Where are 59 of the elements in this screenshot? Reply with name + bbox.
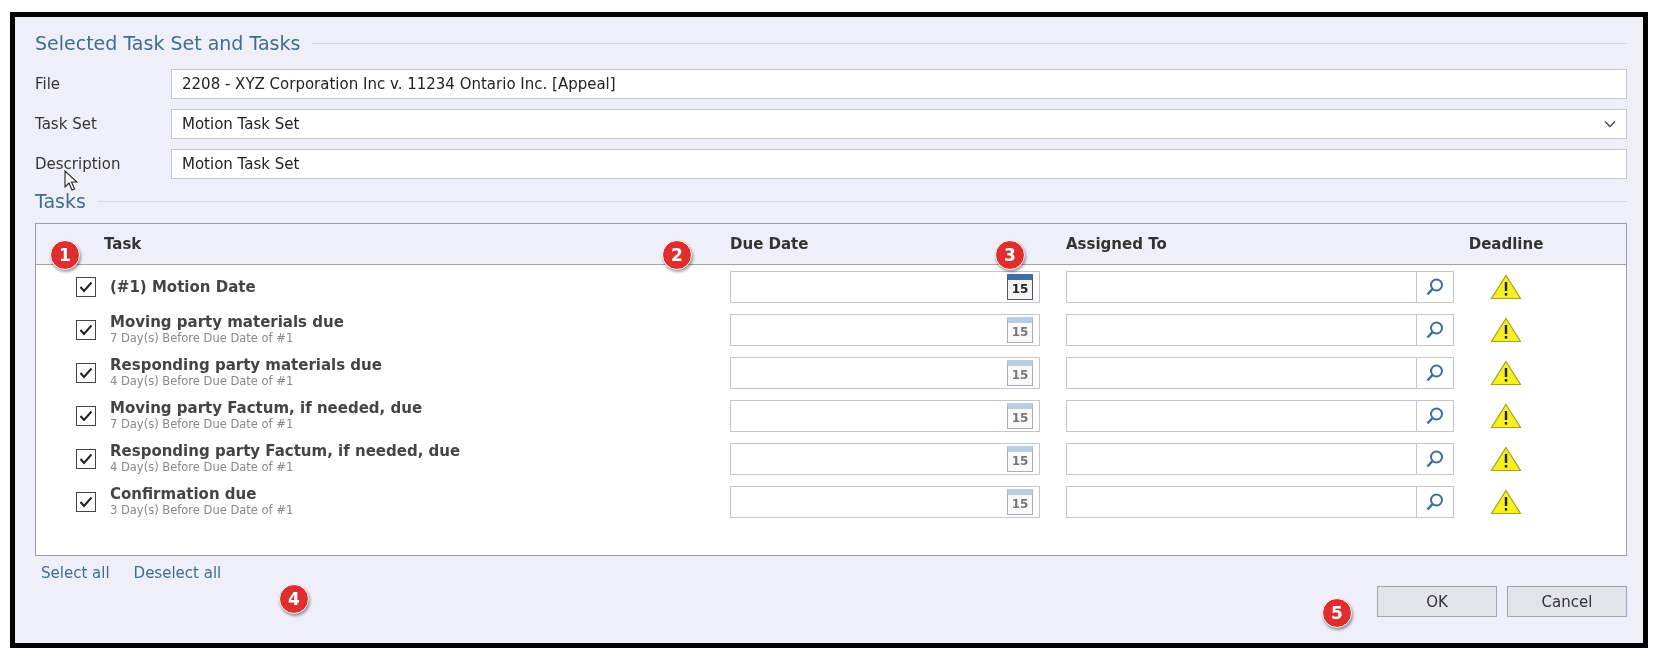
task-note: 7 Day(s) Before Due Date of #1 (110, 417, 295, 432)
text-field[interactable]: 2208 - XYZ Corporation Inc v. 11234 Ontario Inc. [Appeal] (171, 69, 1627, 99)
task-name: (#1) Motion Date (110, 277, 256, 296)
warning-icon (1490, 402, 1522, 429)
task-note: 7 Day(s) Before Due Date of #1 (110, 331, 295, 346)
warning-icon (1490, 316, 1522, 343)
link[interactable]: Deselect all (133, 564, 222, 582)
date-field[interactable]: 15 (730, 399, 1040, 432)
checkbox[interactable] (76, 362, 96, 383)
task-name: Responding party Factum, if needed, due (110, 442, 461, 460)
assignee-field[interactable] (1066, 399, 1454, 432)
date-field[interactable]: 15 (730, 485, 1040, 518)
dropdown-field[interactable]: Motion Task Set (171, 109, 1627, 139)
assignee-field[interactable] (1066, 442, 1454, 475)
text-field[interactable]: Motion Task Set (171, 149, 1627, 179)
task-note: 4 Day(s) Before Due Date of #1 (110, 460, 295, 475)
calendar-button[interactable]: 15 (1007, 488, 1033, 515)
field-label: Description (35, 155, 122, 173)
warning-icon (1490, 488, 1522, 515)
column-header: Deadline (1467, 235, 1545, 253)
warning-icon (1490, 359, 1522, 386)
checkbox[interactable] (76, 491, 96, 512)
assignee-field[interactable] (1066, 356, 1454, 389)
section-title: Tasks (35, 190, 86, 212)
column-header: Assigned To (1066, 235, 1168, 253)
assignee-field[interactable] (1066, 313, 1454, 346)
column-header: Task (103, 235, 143, 253)
chevron-down-icon (1604, 120, 1616, 128)
task-name: Moving party materials due (110, 313, 344, 331)
calendar-button[interactable]: 15 (1007, 273, 1033, 300)
field-label: File (35, 75, 62, 93)
date-field[interactable]: 15 (730, 442, 1040, 475)
mouse-pointer-icon (64, 170, 78, 191)
calendar-button[interactable]: 15 (1007, 445, 1033, 472)
calendar-button[interactable]: 15 (1007, 402, 1033, 429)
link[interactable]: Select all (41, 564, 110, 582)
warning-icon (1490, 273, 1522, 300)
date-field[interactable]: 15 (730, 356, 1040, 389)
calendar-button[interactable]: 15 (1007, 359, 1033, 386)
column-header: Due Date (729, 235, 810, 253)
task-note: 4 Day(s) Before Due Date of #1 (110, 374, 295, 389)
ok-button[interactable]: OK (1377, 586, 1497, 617)
task-name: Confirmation due (110, 485, 258, 503)
task-name: Responding party materials due (110, 356, 382, 374)
field-label: Task Set (35, 115, 98, 133)
cancel-button[interactable]: Cancel (1507, 586, 1627, 617)
calendar-button[interactable]: 15 (1007, 316, 1033, 343)
task-note: 3 Day(s) Before Due Date of #1 (110, 503, 294, 518)
date-field[interactable]: 15 (730, 270, 1040, 303)
checkbox[interactable] (76, 448, 96, 469)
checkbox[interactable] (76, 276, 96, 297)
task-name: Moving party Factum, if needed, due (110, 399, 423, 417)
checkbox[interactable] (76, 319, 96, 340)
checkbox[interactable] (76, 405, 96, 426)
date-field[interactable]: 15 (730, 313, 1040, 346)
assignee-field[interactable] (1066, 270, 1454, 303)
assignee-field[interactable] (1066, 485, 1454, 518)
warning-icon (1490, 445, 1522, 472)
section-title: Selected Task Set and Tasks (35, 32, 301, 54)
